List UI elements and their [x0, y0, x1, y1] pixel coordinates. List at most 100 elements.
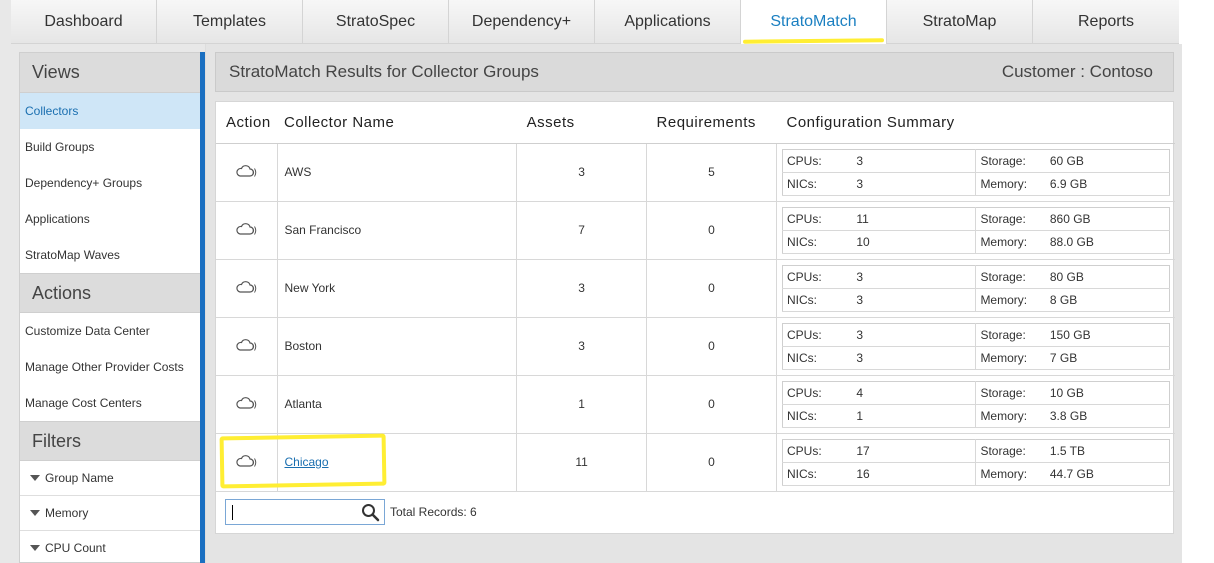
assets-count: 1	[516, 375, 648, 434]
action-cell	[216, 201, 279, 260]
filter-label: Memory	[45, 506, 89, 520]
assets-count: 11	[516, 433, 648, 492]
requirements-count: 0	[646, 259, 777, 318]
storage-label: Storage:	[975, 206, 1046, 231]
config-summary-table: CPUs: 3 Storage: 60 GB NICs: 3 Memory: 6…	[782, 148, 1170, 196]
nics-label: NICs:	[782, 229, 853, 254]
collector-name-text: Atlanta	[284, 397, 322, 411]
filter-cpu-count[interactable]: CPU Count	[20, 531, 200, 563]
nics-value: 10	[852, 229, 977, 254]
collector-link[interactable]: Chicago	[284, 455, 328, 469]
action-customize-data-center[interactable]: Customize Data Center	[20, 313, 200, 349]
nics-label: NICs:	[782, 461, 853, 486]
nics-label: NICs:	[782, 171, 853, 196]
sidebar-item-dependency-groups[interactable]: Dependency+ Groups	[20, 165, 200, 201]
nics-label: NICs:	[782, 345, 853, 370]
cpus-value: 4	[852, 380, 977, 405]
storage-value: 80 GB	[1045, 264, 1170, 289]
sidebar-item-build-groups[interactable]: Build Groups	[20, 129, 200, 165]
cpus-label: CPUs:	[782, 148, 853, 173]
results-table: Action Collector Name Assets Requirement…	[216, 102, 1175, 492]
tab-stratomatch[interactable]: StratoMatch	[741, 0, 887, 44]
table-row: Boston 3 0 CPUs: 3 Storage: 150 GB NICs:…	[216, 317, 1175, 376]
memory-label: Memory:	[975, 345, 1046, 370]
requirements-count: 5	[646, 143, 777, 202]
nics-value: 3	[852, 287, 977, 312]
action-manage-cost-centers[interactable]: Manage Cost Centers	[20, 385, 200, 421]
config-summary-table: CPUs: 11 Storage: 860 GB NICs: 10 Memory…	[782, 206, 1170, 254]
config-summary-table: CPUs: 4 Storage: 10 GB NICs: 1 Memory: 3…	[782, 380, 1170, 428]
tab-dependency-plus[interactable]: Dependency+	[449, 0, 595, 44]
cloud-icon[interactable]	[236, 396, 258, 413]
nics-value: 3	[852, 171, 977, 196]
sidebar-item-applications[interactable]: Applications	[20, 201, 200, 237]
action-cell	[216, 433, 279, 492]
cloud-icon[interactable]	[236, 280, 258, 297]
requirements-count: 0	[646, 375, 777, 434]
tab-stratomap[interactable]: StratoMap	[887, 0, 1033, 44]
nics-value: 3	[852, 345, 977, 370]
table-row: New York 3 0 CPUs: 3 Storage: 80 GB NICs…	[216, 259, 1175, 318]
column-header-action: Action	[216, 102, 278, 144]
storage-label: Storage:	[975, 380, 1046, 405]
top-nav-tabs: Dashboard Templates StratoSpec Dependenc…	[11, 0, 1214, 44]
sidebar-item-collectors[interactable]: Collectors	[20, 93, 200, 129]
table-header-row: Action Collector Name Assets Requirement…	[216, 102, 1175, 144]
tab-dashboard[interactable]: Dashboard	[11, 0, 157, 44]
nics-label: NICs:	[782, 403, 853, 428]
memory-value: 7 GB	[1045, 345, 1170, 370]
cloud-icon[interactable]	[236, 338, 258, 355]
config-summary-table: CPUs: 3 Storage: 80 GB NICs: 3 Memory: 8…	[782, 264, 1170, 312]
tab-applications[interactable]: Applications	[595, 0, 741, 44]
action-manage-other-provider-costs[interactable]: Manage Other Provider Costs	[20, 349, 200, 385]
filters-heading: Filters	[20, 421, 200, 461]
collector-name-text: Boston	[284, 339, 322, 353]
main-panel: StratoMatch Results for Collector Groups…	[205, 44, 1182, 563]
requirements-count: 0	[646, 317, 777, 376]
cloud-icon[interactable]	[236, 454, 258, 471]
page-margin	[1182, 44, 1214, 563]
sidebar-item-stratomap-waves[interactable]: StratoMap Waves	[20, 237, 200, 273]
table-row: Chicago 11 0 CPUs: 17 Storage: 1.5 TB NI…	[216, 433, 1175, 492]
search-input[interactable]	[225, 499, 385, 525]
cpus-value: 3	[852, 264, 977, 289]
requirements-count: 0	[646, 201, 777, 260]
tab-stratospec[interactable]: StratoSpec	[303, 0, 449, 44]
storage-label: Storage:	[975, 148, 1046, 173]
storage-label: Storage:	[975, 264, 1046, 289]
search-row: Total Records: 6	[225, 499, 477, 525]
chevron-down-icon	[30, 545, 40, 551]
column-header-configuration-summary: Configuration Summary	[776, 102, 1175, 144]
table-row: San Francisco 7 0 CPUs: 11 Storage: 860 …	[216, 201, 1175, 260]
storage-value: 10 GB	[1045, 380, 1170, 405]
cpus-value: 17	[852, 438, 977, 463]
filter-memory[interactable]: Memory	[20, 496, 200, 531]
cpus-value: 3	[852, 148, 977, 173]
filter-label: Group Name	[45, 471, 114, 485]
chevron-down-icon	[30, 510, 40, 516]
assets-count: 7	[516, 201, 648, 260]
collector-name-text: AWS	[284, 165, 312, 179]
memory-value: 6.9 GB	[1045, 171, 1170, 196]
total-records: Total Records: 6	[390, 505, 477, 519]
storage-value: 1.5 TB	[1045, 438, 1170, 463]
action-cell	[216, 259, 279, 318]
configuration-summary: CPUs: 4 Storage: 10 GB NICs: 1 Memory: 3…	[776, 375, 1175, 434]
memory-value: 8 GB	[1045, 287, 1170, 312]
tab-templates[interactable]: Templates	[157, 0, 303, 44]
collector-name: AWS	[277, 143, 518, 202]
text-caret	[232, 505, 233, 520]
cloud-icon[interactable]	[236, 222, 258, 239]
configuration-summary: CPUs: 3 Storage: 150 GB NICs: 3 Memory: …	[776, 317, 1175, 376]
collector-name: New York	[277, 259, 518, 318]
cloud-icon[interactable]	[236, 164, 258, 181]
memory-value: 88.0 GB	[1045, 229, 1170, 254]
tab-reports[interactable]: Reports	[1033, 0, 1179, 44]
storage-value: 60 GB	[1045, 148, 1170, 173]
search-icon[interactable]	[361, 503, 380, 527]
filter-group-name[interactable]: Group Name	[20, 461, 200, 496]
nics-label: NICs:	[782, 287, 853, 312]
collector-name: San Francisco	[277, 201, 518, 260]
storage-value: 150 GB	[1045, 322, 1170, 347]
config-summary-table: CPUs: 3 Storage: 150 GB NICs: 3 Memory: …	[782, 322, 1170, 370]
